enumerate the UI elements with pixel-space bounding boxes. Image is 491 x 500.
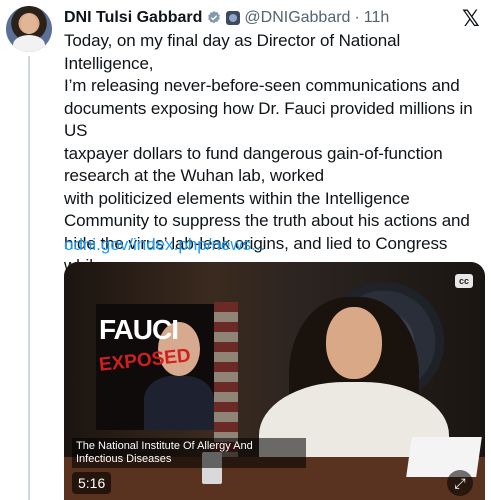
tweet-header: DNI Tulsi Gabbard @DNIGabbard · 11h — [64, 7, 389, 29]
fauci-suit — [144, 376, 214, 430]
video-player[interactable]: FAUCI EXPOSED cc The National Institute … — [64, 262, 485, 500]
expand-icon[interactable]: ⤢ — [447, 470, 473, 496]
avatar-body — [13, 35, 45, 52]
fauci-exposed-graphic: FAUCI EXPOSED — [96, 304, 214, 430]
header-separator: · — [354, 9, 360, 26]
graphic-title: FAUCI — [99, 314, 179, 345]
timestamp[interactable]: 11h — [364, 9, 390, 27]
video-duration: 5:16 — [72, 472, 112, 494]
government-badge-icon — [226, 11, 241, 25]
avatar-face — [21, 14, 37, 34]
verified-badge-icon — [208, 11, 221, 24]
video-caption: The National Institute Of Allergy And In… — [72, 438, 306, 468]
thread-line — [28, 56, 30, 500]
speaker-face — [326, 307, 382, 379]
tweet-link[interactable]: odni.gov/index.php/news... — [64, 235, 265, 255]
x-logo-icon: 𝕏 — [462, 6, 480, 31]
author-name[interactable]: DNI Tulsi Gabbard — [64, 9, 202, 27]
tweet-text: Today, on my final day as Director of Na… — [64, 31, 473, 298]
desk-papers — [406, 437, 482, 477]
author-avatar[interactable] — [6, 6, 52, 52]
author-handle[interactable]: @DNIGabbard — [244, 9, 350, 27]
captions-icon[interactable]: cc — [455, 274, 473, 288]
